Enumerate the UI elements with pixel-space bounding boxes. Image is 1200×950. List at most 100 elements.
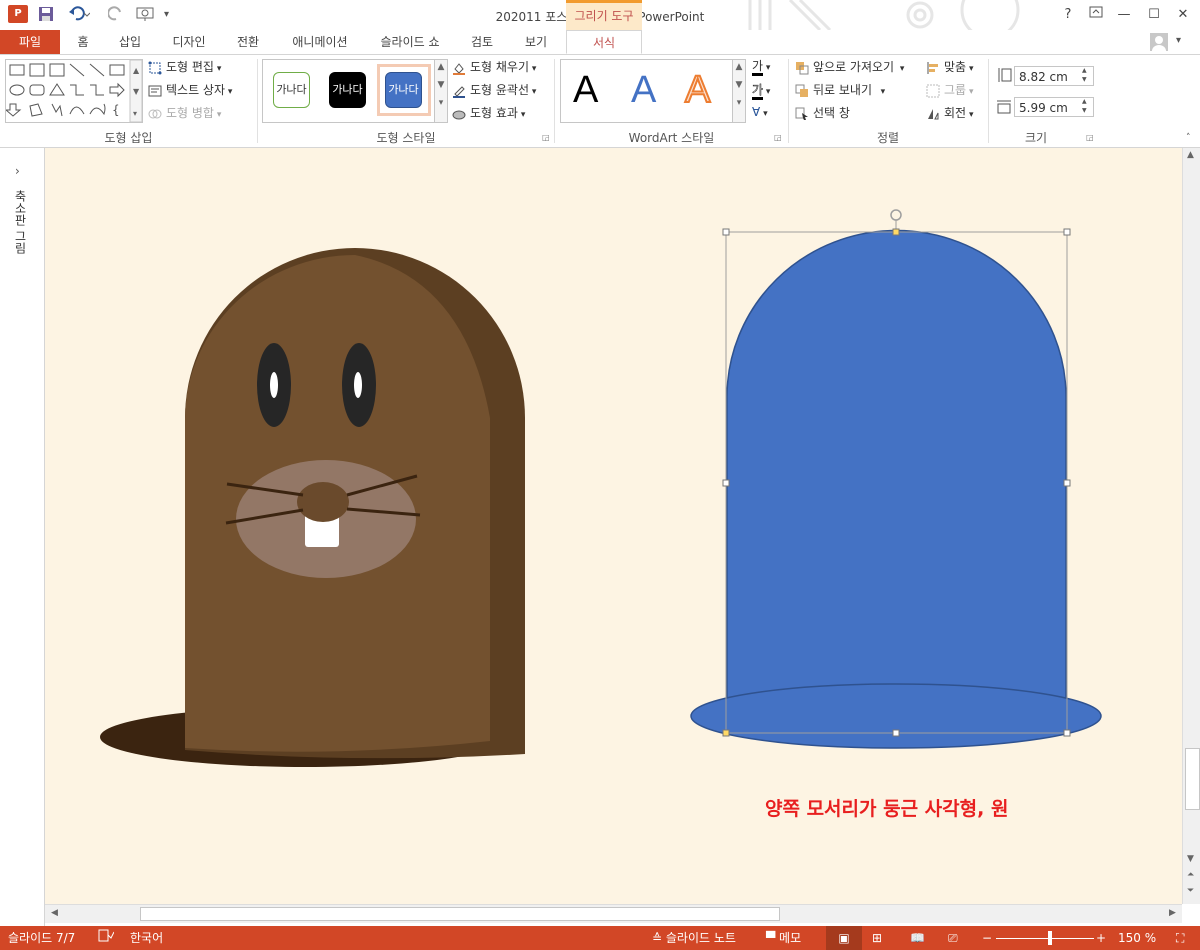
text-fill-button[interactable]: 가 ▾ xyxy=(752,57,782,76)
ribbon-display-options-icon[interactable] xyxy=(1085,4,1107,26)
tab-view[interactable]: 보기 xyxy=(514,30,558,54)
spell-check-icon[interactable] xyxy=(98,926,115,950)
mole-illustration[interactable] xyxy=(100,248,525,767)
zoom-out-button[interactable]: − xyxy=(982,926,992,950)
resize-handle[interactable] xyxy=(1063,228,1071,236)
close-button[interactable]: ✕ xyxy=(1172,4,1194,26)
wordart-preset-blue[interactable]: A xyxy=(631,70,656,110)
tab-insert[interactable]: 삽입 xyxy=(108,30,152,54)
scroll-up-icon[interactable]: ▲ xyxy=(1187,150,1194,160)
user-avatar[interactable] xyxy=(1150,33,1168,51)
slide-caption[interactable]: 양쪽 모서리가 둥근 사각형, 원 xyxy=(765,794,1182,821)
shape-effects-button[interactable]: 도형 효과 ▾ xyxy=(452,103,525,123)
text-box-button[interactable]: 텍스트 상자 ▾ xyxy=(148,80,232,100)
previous-slide-icon[interactable]: ⏶ xyxy=(1187,870,1194,880)
resize-handle[interactable] xyxy=(892,729,900,737)
round-top-rectangle[interactable] xyxy=(726,229,1067,732)
align-button[interactable]: 맞춤 ▾ xyxy=(926,57,973,77)
tab-animations[interactable]: 애니메이션 xyxy=(280,30,360,54)
selection-pane-button[interactable]: 선택 창 xyxy=(795,103,850,123)
expand-thumbnails-icon[interactable]: › xyxy=(15,164,20,178)
comments-label: 메모 xyxy=(779,931,802,945)
slideshow-view-icon[interactable]: ⎚ xyxy=(948,926,958,950)
zoom-in-button[interactable]: + xyxy=(1096,926,1106,950)
resize-handle[interactable] xyxy=(722,479,730,487)
base-ellipse[interactable] xyxy=(690,683,1102,749)
blue-shape-group[interactable] xyxy=(690,229,1102,749)
size-dialog-launcher-icon[interactable]: ◲ xyxy=(1086,133,1094,142)
reading-view-icon[interactable]: 📖 xyxy=(910,926,925,950)
slide-drawing[interactable] xyxy=(45,148,1182,904)
comments-button[interactable]: ▀ 메모 xyxy=(766,926,801,950)
group-button[interactable]: 그룹 ▾ xyxy=(926,80,973,100)
vertical-scrollbar[interactable]: ▲ ▼ ⏶ ⏷ xyxy=(1182,148,1200,904)
notes-button[interactable]: ≙ 슬라이드 노트 xyxy=(652,926,736,950)
resize-handle[interactable] xyxy=(1063,729,1071,737)
horizontal-scrollbar[interactable]: ◀ ▶ xyxy=(45,904,1182,923)
tab-design[interactable]: 디자인 xyxy=(162,30,216,54)
shapes-gallery-icons[interactable]: { ▲ ▼ ▾ xyxy=(4,59,143,123)
edit-shape-button[interactable]: 도형 편집 ▾ xyxy=(148,57,221,77)
language-indicator[interactable]: 한국어 xyxy=(130,926,163,950)
horizontal-scroll-thumb[interactable] xyxy=(140,907,780,921)
text-effects-button[interactable]: Ɐ ▾ xyxy=(752,105,782,119)
tab-slideshow[interactable]: 슬라이드 쇼 xyxy=(370,30,450,54)
wordart-preset-black[interactable]: A xyxy=(573,70,598,110)
shape-height-spinner[interactable]: ▲ ▼ xyxy=(1082,66,1087,84)
edit-shape-label: 도형 편집 xyxy=(166,60,214,74)
shape-styles-gallery[interactable]: 가나다 가나다 가나다 ▲ ▼ ▾ xyxy=(262,59,448,123)
scroll-right-icon[interactable]: ▶ xyxy=(1169,908,1176,918)
send-backward-button[interactable]: 뒤로 보내기 ▾ xyxy=(795,80,885,100)
shape-style-preset-blue[interactable]: 가나다 xyxy=(385,72,422,108)
account-dropdown-icon[interactable]: ▾ xyxy=(1176,35,1181,46)
wordart-scroll[interactable]: ▲ ▼ ▾ xyxy=(732,60,745,122)
shape-style-preset-outline[interactable]: 가나다 xyxy=(273,72,310,108)
zoom-slider-thumb[interactable] xyxy=(1048,931,1052,945)
arrange-group-label: 정렬 xyxy=(876,131,900,145)
shape-style-preset-black[interactable]: 가나다 xyxy=(329,72,366,108)
thumbnail-pane-collapsed[interactable]: › 축소판 그림 xyxy=(0,148,45,926)
help-button[interactable]: ? xyxy=(1057,4,1079,26)
vertical-scroll-thumb[interactable] xyxy=(1185,748,1200,810)
next-slide-icon[interactable]: ⏷ xyxy=(1187,886,1194,896)
maximize-button[interactable]: ☐ xyxy=(1143,4,1165,26)
shape-outline-button[interactable]: 도형 윤곽선 ▾ xyxy=(452,80,536,100)
wordart-preset-orange-outline[interactable]: A xyxy=(684,69,711,111)
minimize-button[interactable]: — xyxy=(1113,4,1135,26)
tab-transitions[interactable]: 전환 xyxy=(226,30,270,54)
resize-handle[interactable] xyxy=(722,228,730,236)
shape-styles-dialog-launcher-icon[interactable]: ◲ xyxy=(542,133,550,142)
fit-slide-icon[interactable]: ⛶ xyxy=(1176,926,1184,950)
text-outline-button[interactable]: 가 ▾ xyxy=(752,81,782,100)
tab-home[interactable]: 홈 xyxy=(66,30,100,54)
zoom-level[interactable]: 150 % xyxy=(1118,926,1156,950)
normal-view-icon[interactable]: ▣ xyxy=(826,926,862,950)
mole-nose[interactable] xyxy=(297,482,349,522)
adjustment-handle[interactable] xyxy=(722,729,730,737)
wordart-dialog-launcher-icon[interactable]: ◲ xyxy=(774,133,782,142)
shape-styles-scroll[interactable]: ▲ ▼ ▾ xyxy=(434,60,447,122)
shapes-gallery[interactable]: { ▲ ▼ ▾ xyxy=(4,59,143,123)
collapse-ribbon-icon[interactable]: ˄ xyxy=(1186,133,1191,143)
shape-width-spinner[interactable]: ▲ ▼ xyxy=(1082,97,1087,115)
shape-fill-button[interactable]: 도형 채우기 ▾ xyxy=(452,57,536,77)
svg-text:▲: ▲ xyxy=(133,66,140,75)
tab-review[interactable]: 검토 xyxy=(460,30,504,54)
slide-sorter-view-icon[interactable]: ⊞ xyxy=(872,926,882,950)
wordart-gallery[interactable]: A A A ▲ ▼ ▾ xyxy=(560,59,746,123)
resize-handle[interactable] xyxy=(1063,479,1071,487)
bring-forward-button[interactable]: 앞으로 가져오기 ▾ xyxy=(795,57,904,77)
tab-file[interactable]: 파일 xyxy=(0,30,60,54)
scroll-left-icon[interactable]: ◀ xyxy=(51,908,58,918)
adjustment-handle[interactable] xyxy=(892,228,900,236)
send-backward-label: 뒤로 보내기 xyxy=(813,83,873,97)
rotation-handle[interactable] xyxy=(890,209,902,221)
merge-shapes-button[interactable]: 도형 병합 ▾ xyxy=(148,103,221,123)
slide-canvas[interactable]: 양쪽 모서리가 둥근 사각형, 원 xyxy=(45,148,1182,904)
tab-format[interactable]: 서식 xyxy=(566,30,642,54)
zoom-slider-track[interactable] xyxy=(996,938,1094,939)
group-label: 그룹 xyxy=(944,83,967,97)
rotate-button[interactable]: 회전 ▾ xyxy=(926,103,973,123)
scroll-down-icon[interactable]: ▼ xyxy=(1187,854,1194,864)
wordart-group-label: WordArt 스타일 xyxy=(628,131,715,145)
